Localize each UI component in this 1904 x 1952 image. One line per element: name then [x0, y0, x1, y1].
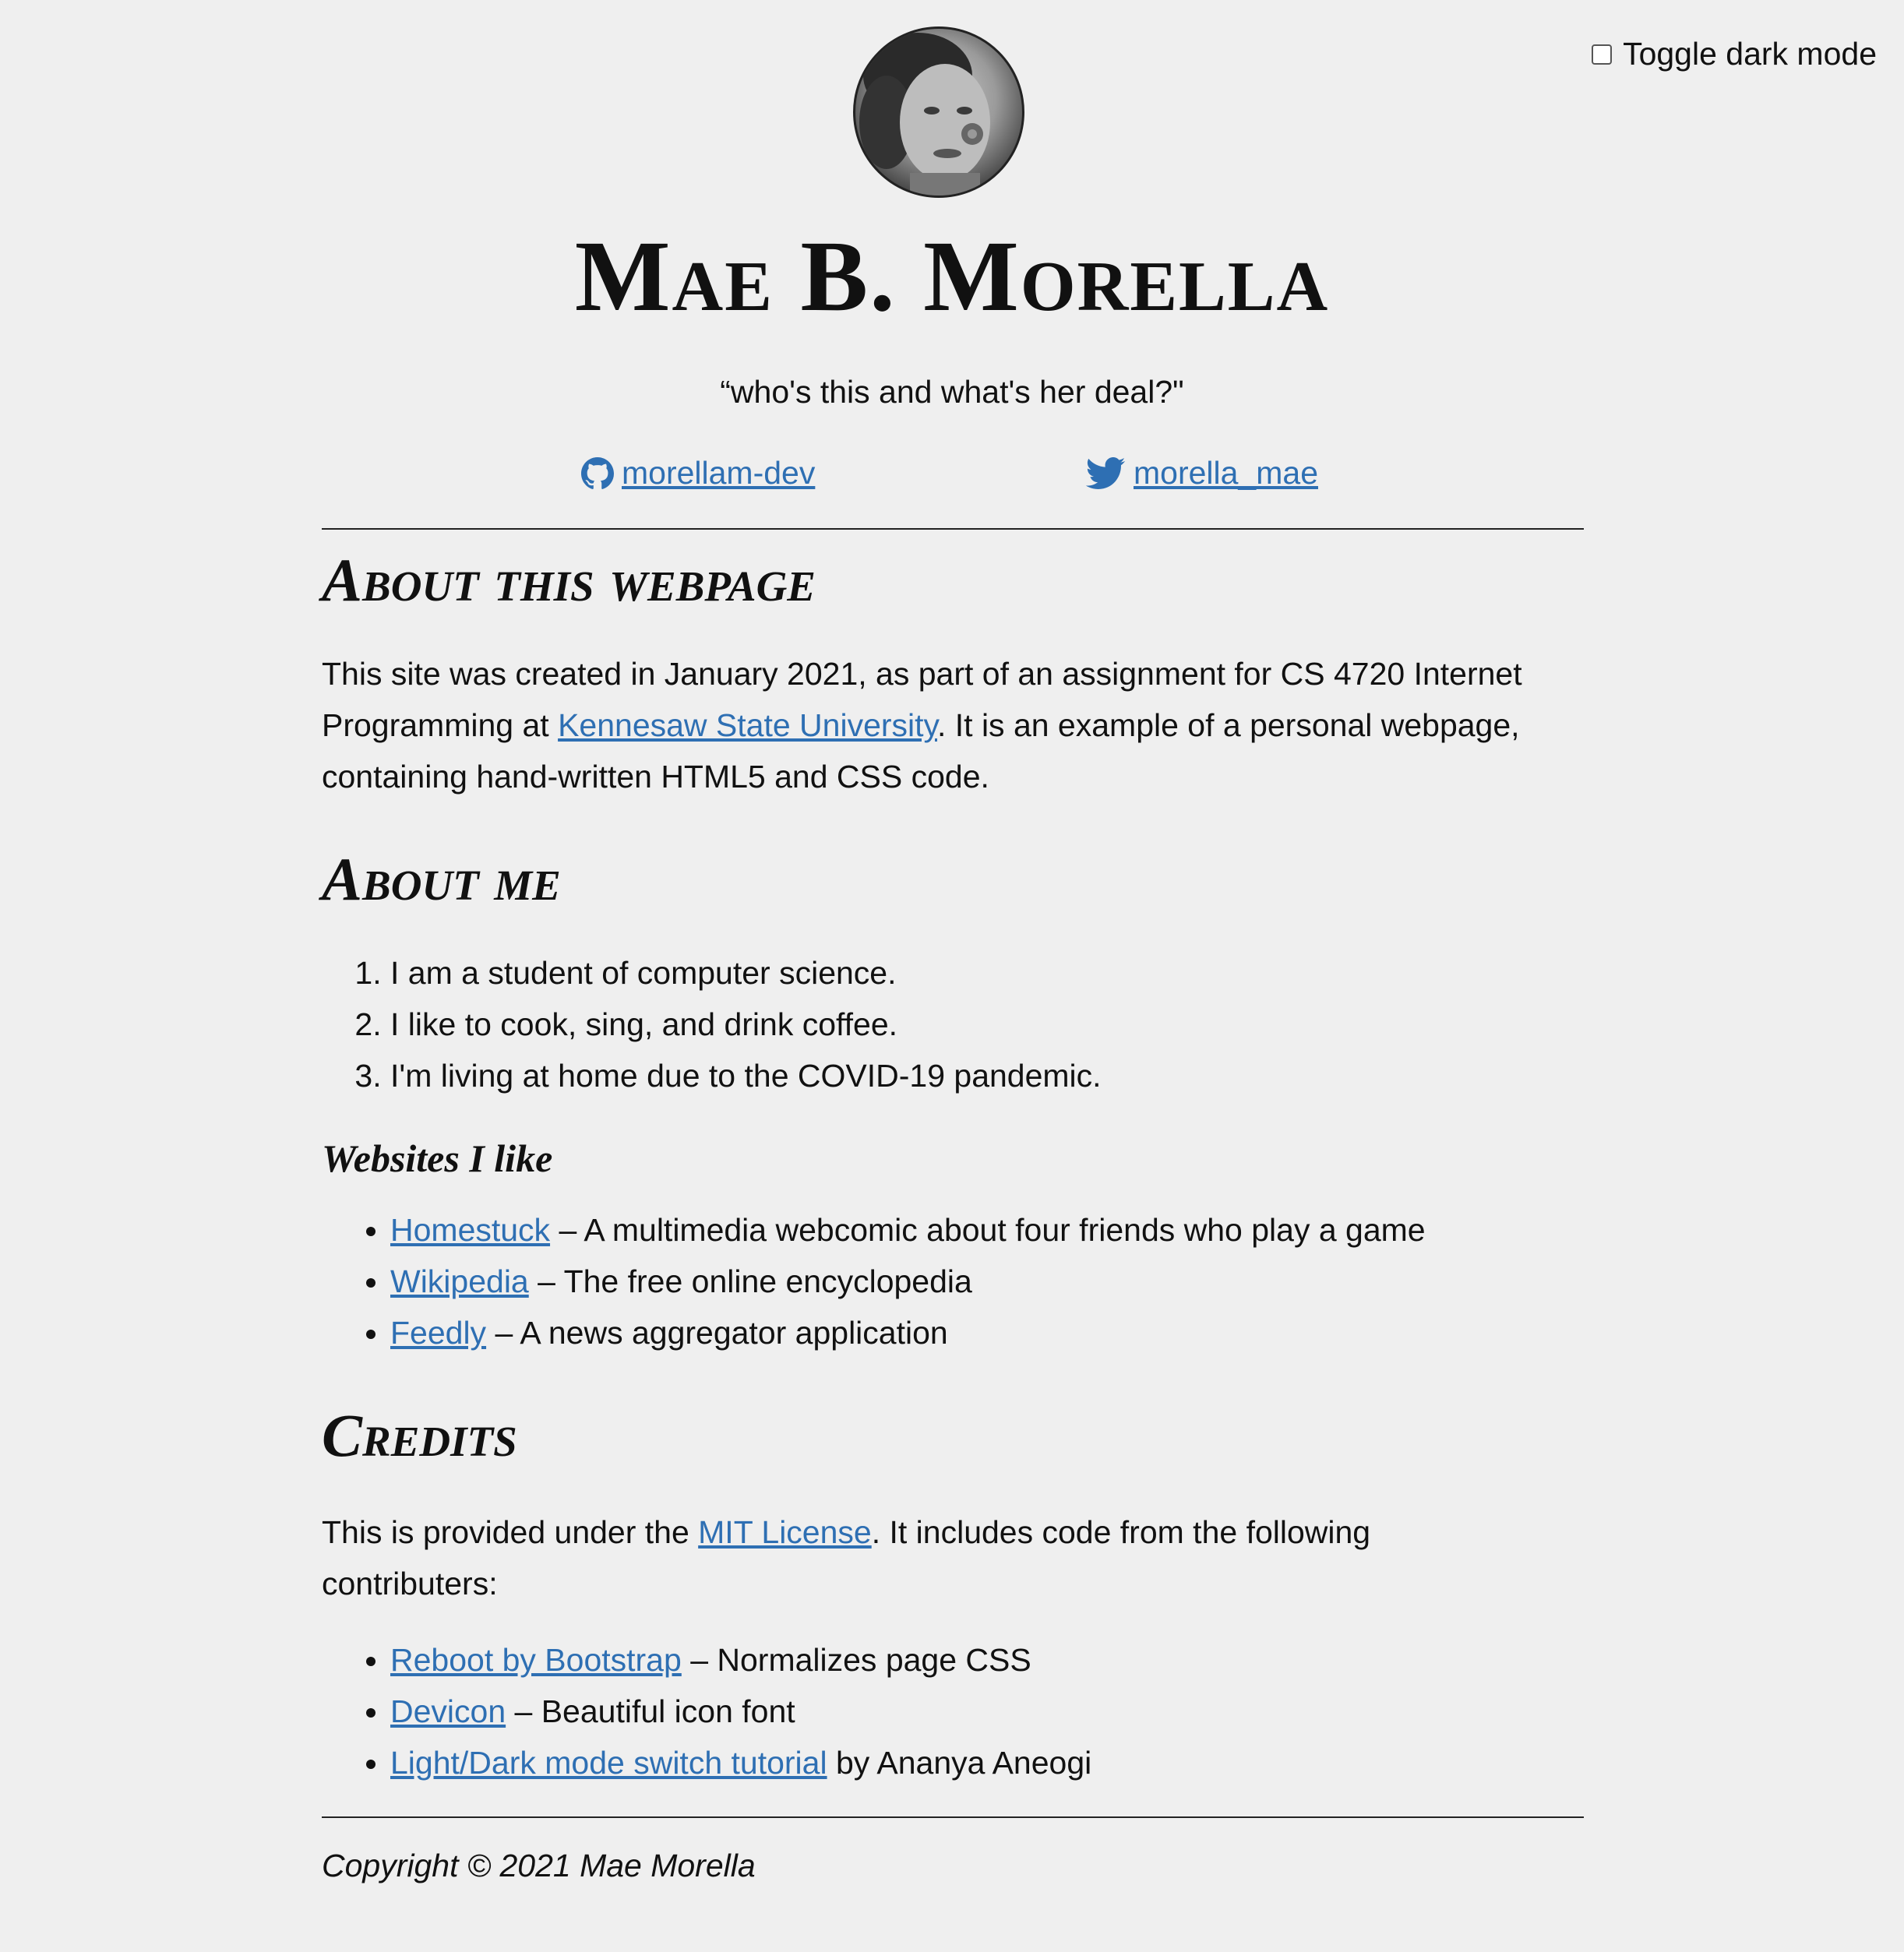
footer-divider: [322, 1816, 1584, 1818]
about-webpage-heading: About this webpage: [322, 546, 816, 614]
feedly-desc: – A news aggregator application: [486, 1315, 948, 1351]
github-link[interactable]: morellam-dev: [581, 455, 815, 492]
copyright: Copyright © 2021 Mae Morella: [322, 1848, 756, 1883]
list-item: Feedly – A news aggregator application: [390, 1307, 1426, 1358]
mit-license-link[interactable]: MIT License: [698, 1514, 872, 1550]
homestuck-link[interactable]: Homestuck: [390, 1212, 550, 1248]
websites-heading: Websites I like: [322, 1136, 553, 1180]
github-icon: [581, 456, 614, 489]
dark-mode-label: Toggle dark mode: [1623, 36, 1877, 72]
list-item: Wikipedia – The free online encyclopedia: [390, 1256, 1426, 1307]
tagline: “who's this and what's her deal?": [720, 374, 1184, 410]
header-divider: [322, 528, 1584, 530]
devicon-link[interactable]: Devicon: [390, 1693, 506, 1729]
list-item: Reboot by Bootstrap – Normalizes page CS…: [390, 1634, 1091, 1686]
list-item: I'm living at home due to the COVID-19 p…: [390, 1050, 1102, 1101]
wikipedia-link[interactable]: Wikipedia: [390, 1263, 529, 1299]
reboot-desc: – Normalizes page CSS: [681, 1642, 1031, 1678]
about-webpage-text: This site was created in January 2021, a…: [322, 648, 1584, 802]
dark-mode-tutorial-desc: by Ananya Aneogi: [827, 1745, 1092, 1781]
reboot-link[interactable]: Reboot by Bootstrap: [390, 1642, 682, 1678]
about-me-heading: About me: [322, 845, 561, 913]
credits-text: This is provided under the MIT License. …: [322, 1506, 1490, 1609]
twitter-link[interactable]: morella_mae: [1085, 455, 1318, 492]
list-item: Devicon – Beautiful icon font: [390, 1686, 1091, 1737]
about-me-list: I am a student of computer science. I li…: [322, 947, 1102, 1101]
devicon-desc: – Beautiful icon font: [506, 1693, 795, 1729]
credits-heading: Credits: [322, 1401, 517, 1469]
wikipedia-desc: – The free online encyclopedia: [528, 1263, 972, 1299]
list-item: I am a student of computer science.: [390, 947, 1102, 999]
twitter-label: morella_mae: [1134, 455, 1318, 491]
avatar: [853, 26, 1024, 198]
list-item: I like to cook, sing, and drink coffee.: [390, 999, 1102, 1050]
credits-text-1: This is provided under the: [322, 1514, 699, 1550]
github-label: morellam-dev: [622, 455, 816, 491]
dark-mode-tutorial-link[interactable]: Light/Dark mode switch tutorial: [390, 1745, 827, 1781]
homestuck-desc: – A multimedia webcomic about four frien…: [550, 1212, 1426, 1248]
kennesaw-link[interactable]: Kennesaw State University: [558, 707, 937, 743]
list-item: Light/Dark mode switch tutorial by Anany…: [390, 1737, 1091, 1788]
list-item: Homestuck – A multimedia webcomic about …: [390, 1204, 1426, 1256]
websites-list: Homestuck – A multimedia webcomic about …: [322, 1204, 1426, 1358]
feedly-link[interactable]: Feedly: [390, 1315, 486, 1351]
dark-mode-checkbox[interactable]: [1592, 44, 1613, 65]
twitter-icon: [1085, 456, 1126, 489]
credits-list: Reboot by Bootstrap – Normalizes page CS…: [322, 1634, 1091, 1788]
page-title: Mae B. Morella: [574, 220, 1330, 333]
dark-mode-toggle[interactable]: Toggle dark mode: [1592, 36, 1877, 72]
